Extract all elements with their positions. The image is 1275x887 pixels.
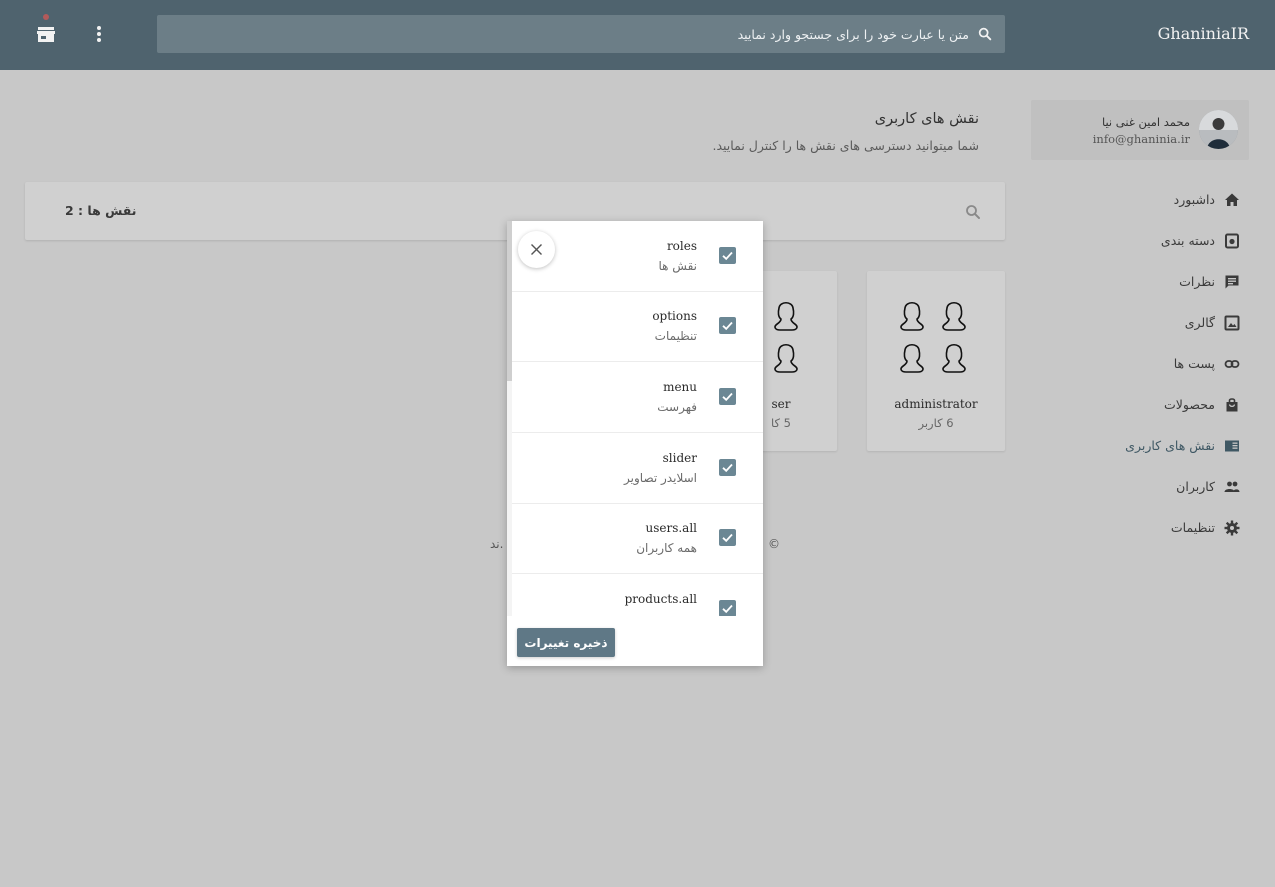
permission-label: همه کاربران <box>636 541 697 555</box>
sidebar-item-user-roles[interactable]: نقش های کاربری <box>1031 426 1249 467</box>
permission-checkbox[interactable] <box>719 317 736 334</box>
sidebar-item-label: نقش های کاربری <box>1125 438 1215 453</box>
comment-icon <box>1225 275 1239 289</box>
profile-name: محمد امین غنی نیا <box>1101 115 1190 129</box>
sidebar-item-gallery[interactable]: گالری <box>1031 303 1249 344</box>
close-icon <box>531 244 542 255</box>
list-item[interactable]: slider اسلایدر تصاویر <box>512 433 763 504</box>
sidebar-item-label: دسته بندی <box>1160 233 1215 248</box>
permission-checkbox[interactable] <box>719 529 736 546</box>
store-icon <box>37 27 55 42</box>
sidebar-item-categories[interactable]: دسته بندی <box>1031 221 1249 262</box>
sidebar-item-products[interactable]: محصولات <box>1031 385 1249 426</box>
list-item[interactable]: menu فهرست <box>512 362 763 433</box>
sidebar-item-users[interactable]: کاربران <box>1031 467 1249 508</box>
close-button[interactable] <box>518 231 555 268</box>
search-icon[interactable] <box>964 203 982 221</box>
profile-email: info@ghaninia.ir <box>1092 132 1190 146</box>
permission-key: menu <box>663 380 697 394</box>
sidebar-item-dashboard[interactable]: داشبورد <box>1031 180 1249 221</box>
check-icon <box>722 604 733 614</box>
page-title: نقش های کاربری <box>874 111 979 127</box>
permission-label: تنظیمات <box>654 329 697 343</box>
permission-checkbox[interactable] <box>719 388 736 405</box>
users-group-icon <box>900 301 966 373</box>
sidebar-item-settings[interactable]: تنظیمات <box>1031 508 1249 549</box>
permissions-dialog: roles نقش ها options تنظیمات menu فهرست … <box>507 221 763 666</box>
list-item[interactable]: users.all همه کاربران <box>512 503 763 574</box>
permission-label: فهرست <box>657 400 697 414</box>
check-icon <box>722 251 733 261</box>
sidebar-item-comments[interactable]: نظرات <box>1031 262 1249 303</box>
permission-key: products.all <box>624 592 697 606</box>
search-input[interactable] <box>209 15 969 53</box>
brand-logo[interactable]: GhaniniaIR <box>1158 24 1249 43</box>
permission-checkbox[interactable] <box>719 247 736 264</box>
sidebar-item-label: نظرات <box>1179 274 1215 289</box>
sidebar-item-label: محصولات <box>1164 397 1215 412</box>
list-item[interactable]: options تنظیمات <box>512 291 763 362</box>
sidebar-item-posts[interactable]: پست ها <box>1031 344 1249 385</box>
role-user-count: 6 کاربر <box>918 416 954 430</box>
permission-label: اسلایدر تصاویر <box>624 471 697 485</box>
permission-label: نقش ها <box>658 259 697 273</box>
permission-key: users.all <box>645 521 697 535</box>
sidebar-item-label: پست ها <box>1173 356 1215 371</box>
permission-checkbox[interactable] <box>719 600 736 616</box>
permission-key: options <box>652 309 697 323</box>
footer-text-right: © <box>768 537 780 551</box>
list-item[interactable]: products.all <box>512 574 763 616</box>
check-icon <box>722 463 733 473</box>
check-icon <box>722 392 733 402</box>
check-icon <box>722 321 733 331</box>
role-card-administrator[interactable]: administrator 6 کاربر <box>867 271 1005 451</box>
notification-dot <box>43 14 49 20</box>
link-icon <box>1224 360 1240 368</box>
chrome-reader-icon <box>1225 440 1239 452</box>
avatar <box>1199 110 1238 149</box>
settings-icon <box>1224 520 1240 536</box>
sidebar-item-label: داشبورد <box>1173 192 1215 207</box>
permission-checkbox[interactable] <box>719 459 736 476</box>
page-subtitle: شما میتوانید دسترسی های نقش ها را کنترل … <box>712 138 980 153</box>
search-bar[interactable] <box>157 15 1005 53</box>
store-button[interactable] <box>34 14 58 48</box>
shopping-bag-icon <box>1226 398 1238 412</box>
search-icon[interactable] <box>977 26 993 42</box>
image-icon <box>1224 315 1240 331</box>
roles-count: نقش ها : 2 <box>65 203 137 218</box>
footer-text-left: ند. <box>490 537 504 551</box>
save-changes-button[interactable]: ذخیره تغییرات <box>517 628 615 657</box>
role-name: administrator <box>894 397 978 411</box>
category-icon <box>1225 233 1239 249</box>
sidebar-item-label: تنظیمات <box>1170 520 1215 535</box>
home-icon <box>1225 193 1239 206</box>
permission-key: roles <box>666 239 697 253</box>
user-profile-card[interactable]: محمد امین غنی نیا info@ghaninia.ir <box>1031 100 1249 160</box>
more-vert-icon[interactable] <box>88 22 110 46</box>
permission-key: slider <box>662 451 697 465</box>
permission-list: roles نقش ها options تنظیمات menu فهرست … <box>512 221 763 616</box>
people-icon <box>1224 481 1240 492</box>
sidebar-item-label: گالری <box>1184 315 1215 330</box>
sidebar-menu: داشبورد دسته بندی نظرات گالری پست ها محص… <box>1031 180 1249 549</box>
top-app-bar: GhaniniaIR <box>0 0 1275 70</box>
sidebar-item-label: کاربران <box>1176 479 1215 494</box>
check-icon <box>722 533 733 543</box>
